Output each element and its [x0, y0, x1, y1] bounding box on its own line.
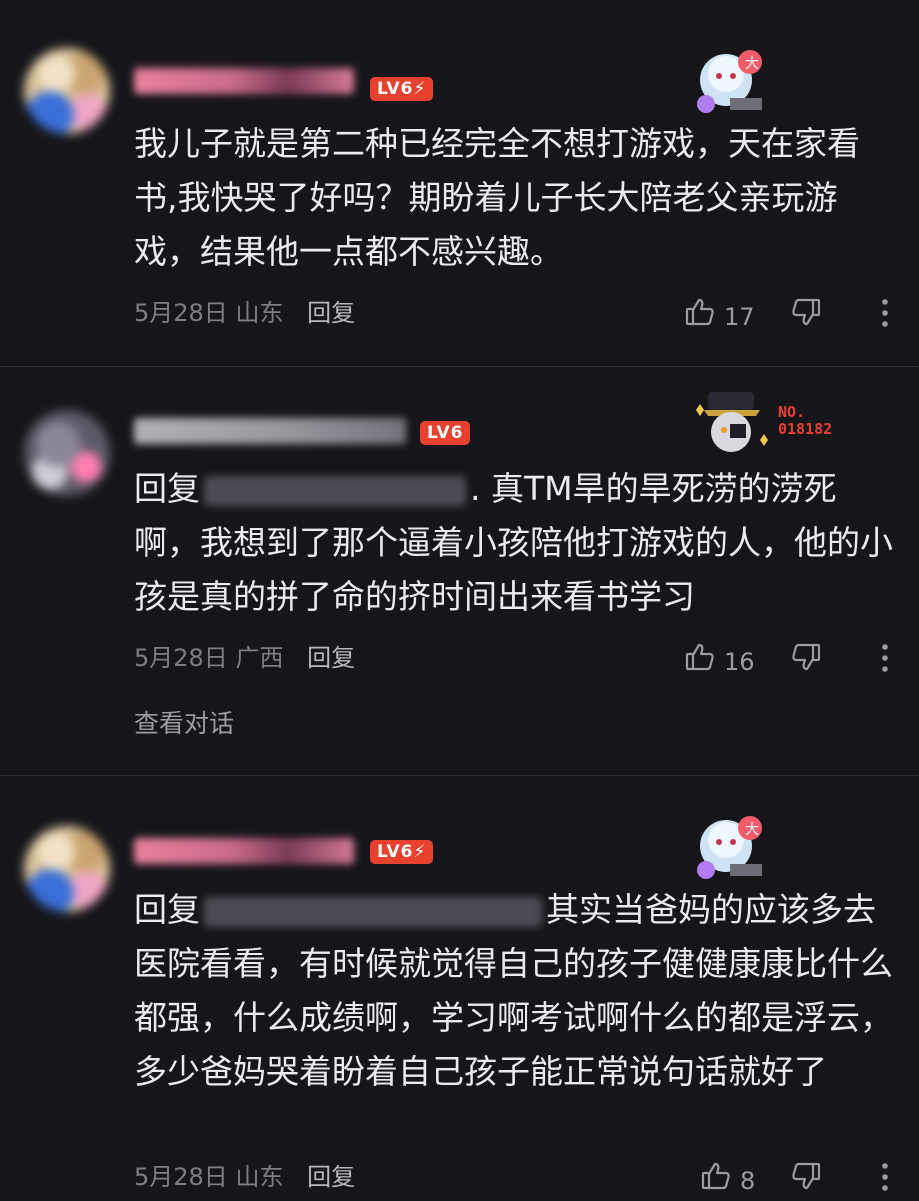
comment-actions: 16 [684, 641, 822, 676]
svg-text:大: 大 [745, 56, 759, 72]
reply-prefix: 回复 [134, 890, 200, 929]
level-badge: LV6 [420, 421, 471, 445]
thumbs-down-icon[interactable] [790, 1160, 822, 1201]
comment-meta: 5月28日 广西 回复 [134, 641, 355, 675]
divider [0, 366, 919, 367]
reply-button[interactable]: 回复 [307, 299, 355, 327]
comment-meta: 5月28日 山东 回复 [134, 1160, 355, 1194]
avatar[interactable] [24, 48, 110, 134]
thumbs-up-icon[interactable] [684, 641, 716, 682]
thumbs-up-icon[interactable] [700, 1160, 732, 1201]
comment-actions: 17 [684, 296, 822, 331]
avatar[interactable] [24, 826, 110, 912]
comment-date: 5月28日 [134, 1163, 228, 1191]
level-text: LV6 [377, 79, 414, 99]
comment-meta: 5月28日 山东 回复 [134, 296, 355, 330]
avatar-ornament-icon: 大 [697, 816, 762, 879]
thumbs-up-icon[interactable] [684, 296, 716, 337]
ornament-number-label: NO. [778, 403, 806, 421]
comment-location: 山东 [235, 1163, 284, 1191]
comment-text: 我儿子就是第二种已经完全不想打游戏，天在家看书,我快哭了好吗？期盼着儿子长大陪老… [134, 124, 860, 271]
comment-date: 5月28日 [134, 299, 228, 327]
comment-text: 回复. 真TM旱的旱死涝的涝死啊，我想到了那个逼着小孩陪他打游戏的人，他的小孩是… [134, 462, 894, 624]
ornament-number-value: 018182 [778, 420, 833, 438]
username[interactable] [134, 838, 354, 864]
avatar-ornament-icon: 大 [697, 50, 762, 113]
comment-actions: 8 [700, 1160, 822, 1195]
reply-button[interactable]: 回复 [307, 644, 355, 672]
thumbs-down-icon[interactable] [790, 641, 822, 682]
divider [0, 775, 919, 776]
level-text: LV6 [427, 423, 464, 443]
like-count: 8 [740, 1166, 756, 1195]
level-badge: LV6⚡ [370, 840, 434, 864]
like-count: 17 [724, 302, 755, 331]
more-vertical-icon[interactable] [878, 1162, 892, 1192]
comment-location: 山东 [235, 299, 284, 327]
comment-text: 回复 其实当爸妈的应该多去医院看看，有时候就觉得自己的孩子健健康康比什么都强，什么… [134, 883, 894, 1099]
reply-button[interactable]: 回复 [307, 1163, 355, 1191]
view-conversation-link[interactable]: 查看对话 [134, 704, 234, 740]
more-vertical-icon[interactable] [878, 643, 892, 673]
mentioned-username[interactable] [204, 896, 542, 927]
avatar-ornament-icon [696, 392, 768, 452]
comment-location: 广西 [235, 644, 284, 672]
more-vertical-icon[interactable] [878, 298, 892, 328]
avatar[interactable] [24, 410, 110, 496]
thumbs-down-icon[interactable] [790, 296, 822, 337]
comment-date: 5月28日 [134, 644, 228, 672]
lightning-icon: ⚡ [413, 842, 427, 862]
level-text: LV6 [377, 842, 414, 862]
ornament-number-badge: NO. 018182 [778, 404, 832, 438]
reply-prefix: 回复 [134, 469, 200, 508]
svg-text:大: 大 [745, 822, 759, 838]
lightning-icon: ⚡ [413, 79, 427, 99]
level-badge: LV6⚡ [370, 77, 434, 101]
like-count: 16 [724, 647, 755, 676]
username[interactable] [134, 68, 354, 94]
mentioned-username[interactable] [204, 475, 466, 506]
username[interactable] [134, 418, 406, 444]
